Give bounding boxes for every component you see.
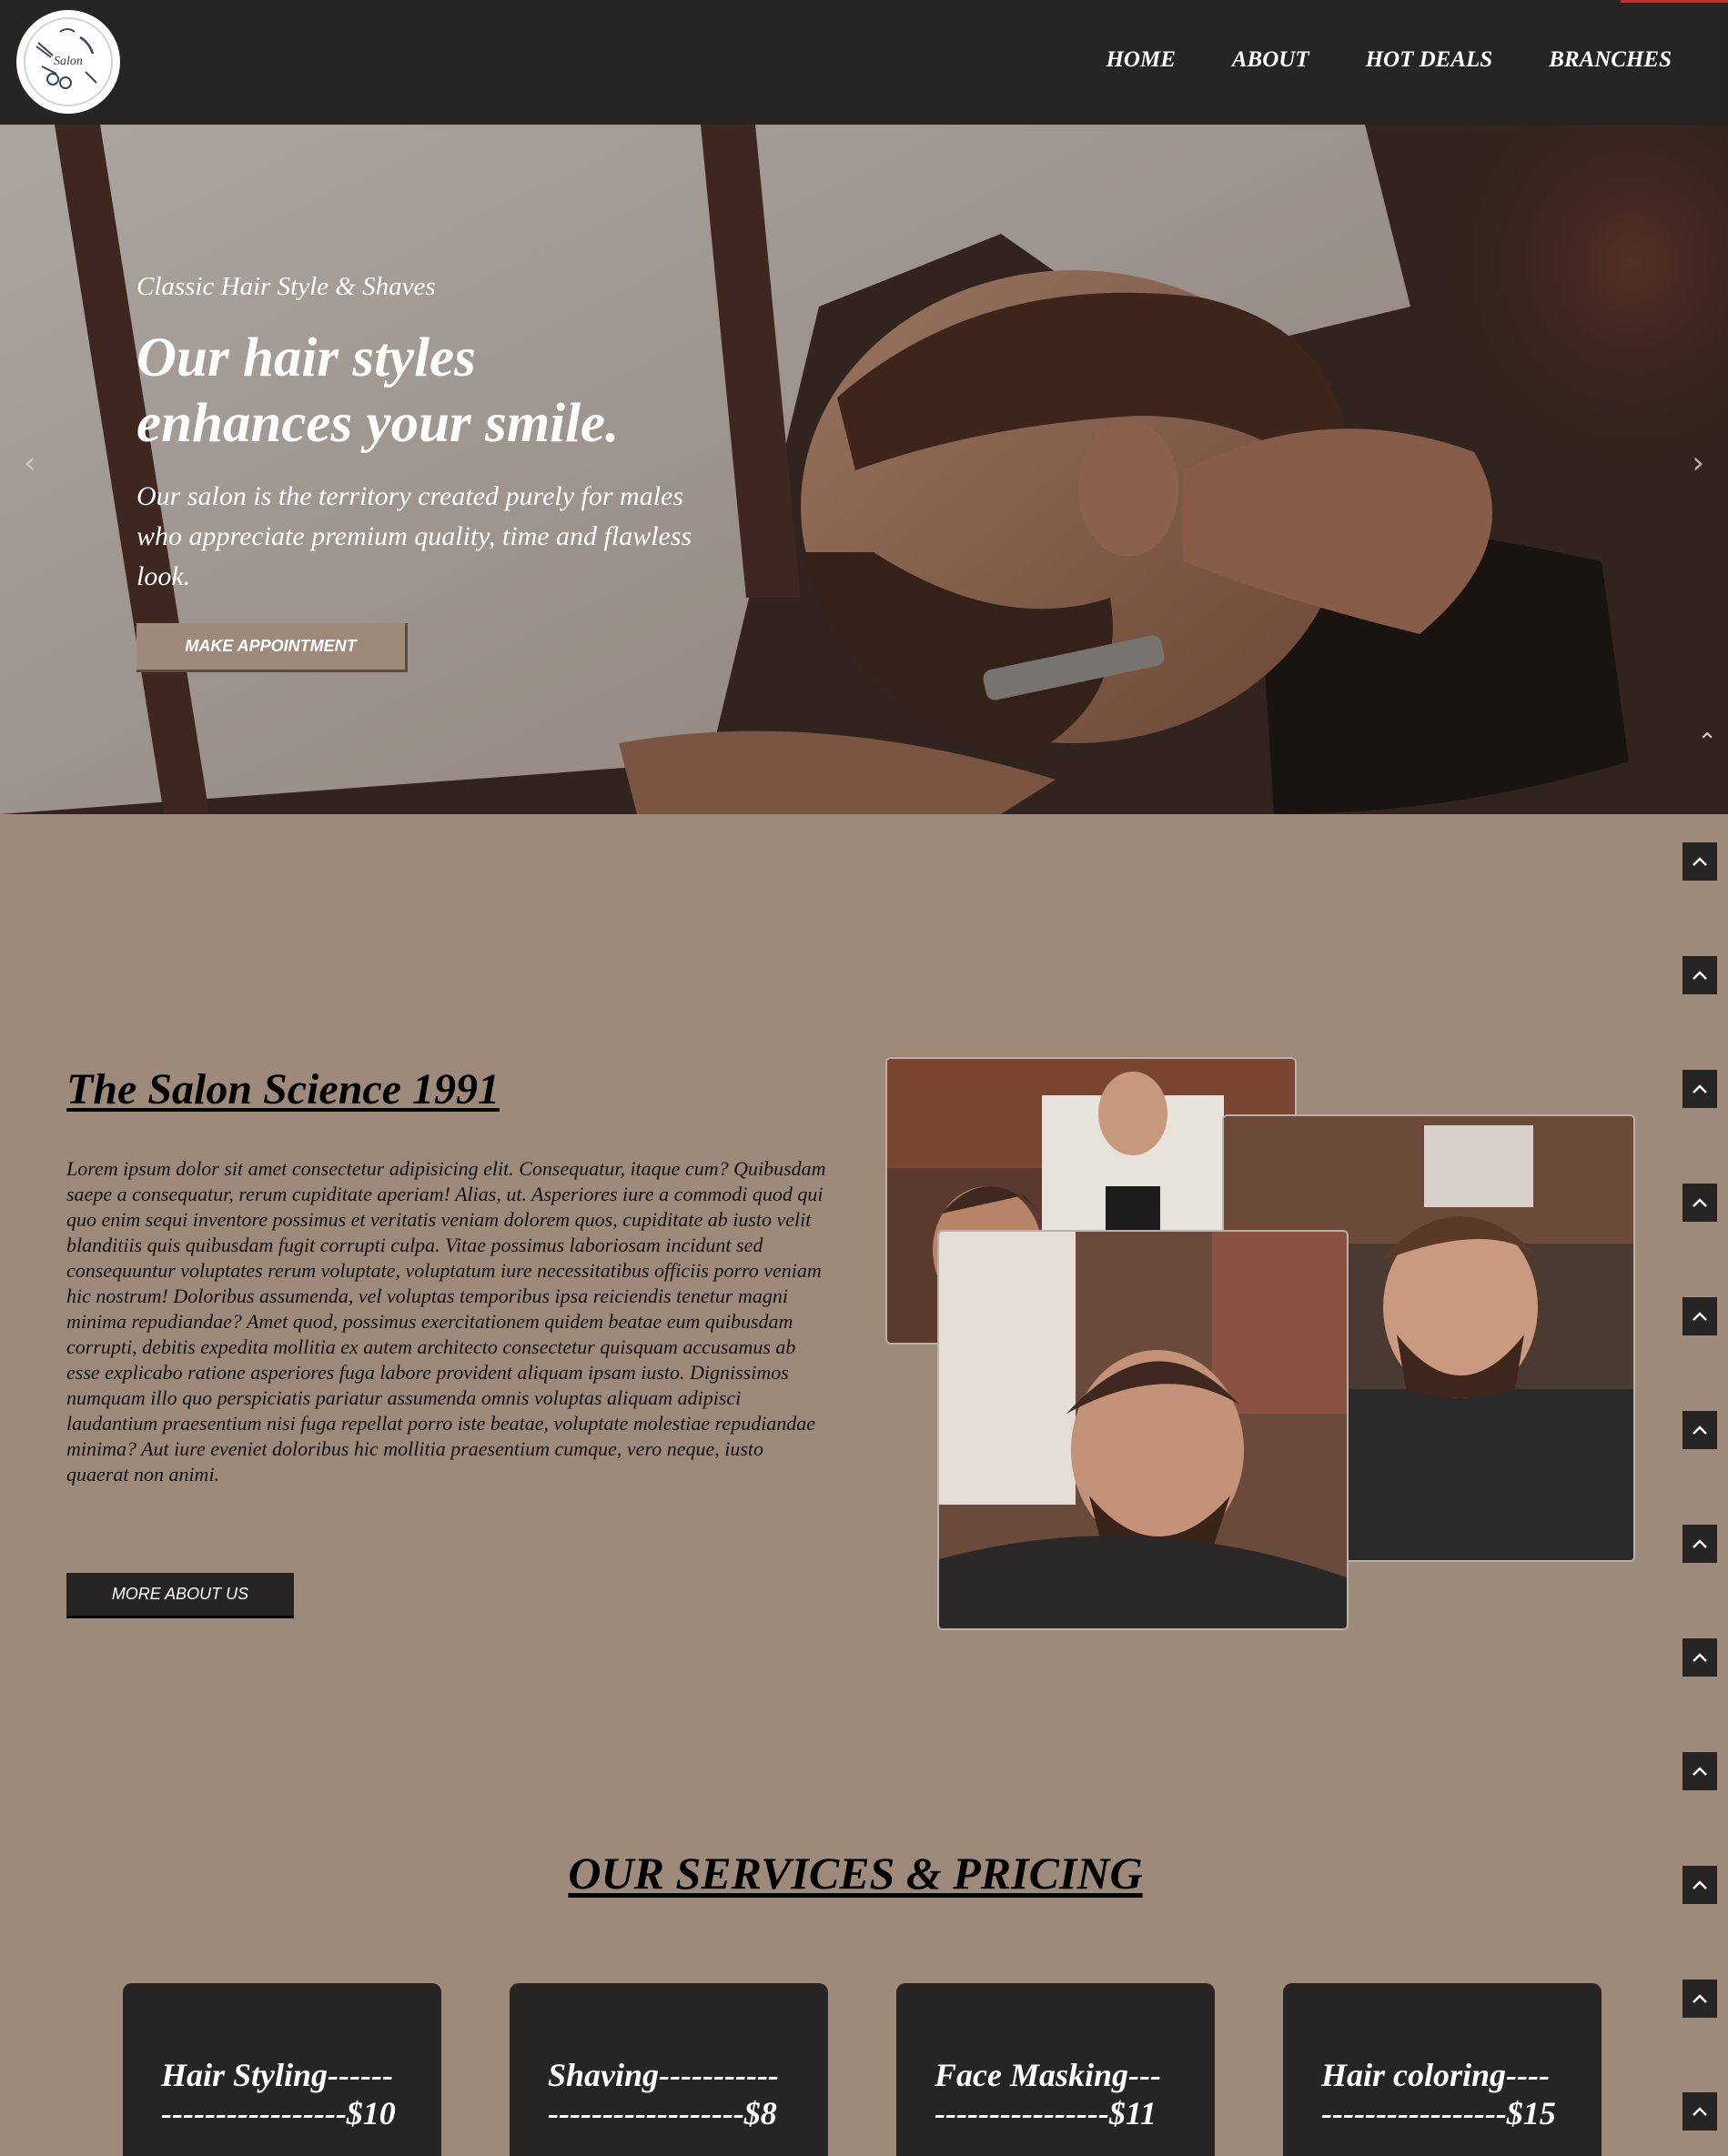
chevron-up-icon <box>1693 1880 1707 1889</box>
service-price: ------------------$8 <box>548 2095 777 2131</box>
accent-line <box>1621 0 1728 3</box>
salon-logo[interactable]: Salon <box>16 10 120 114</box>
chevron-up-icon <box>1693 1653 1707 1662</box>
service-name: Shaving----------- <box>548 2057 779 2093</box>
scroll-top-button[interactable] <box>1683 1184 1717 1222</box>
scroll-top-button[interactable] <box>1683 1866 1717 1904</box>
service-price: -----------------$10 <box>161 2095 396 2131</box>
about-title: The Salon Science 1991 <box>66 1065 500 1113</box>
chevron-up-icon <box>1693 1767 1707 1776</box>
service-name: Hair coloring---- <box>1321 2057 1550 2093</box>
more-about-us-button[interactable]: MORE ABOUT US <box>66 1573 294 1618</box>
scroll-top-button[interactable] <box>1683 1411 1717 1449</box>
service-card-hair-coloring[interactable]: Hair coloring---- -----------------$15 <box>1283 1983 1602 2156</box>
barber-photo-3 <box>937 1230 1349 1630</box>
scroll-top-button[interactable] <box>1683 1070 1717 1108</box>
hero-title-line2: enhances your smile. <box>136 393 620 454</box>
chevron-up-icon <box>1693 1994 1707 2003</box>
nav-branches[interactable]: BRANCHES <box>1549 47 1672 73</box>
make-appointment-button[interactable]: MAKE APPOINTMENT <box>136 623 408 672</box>
chevron-up-icon[interactable]: ⌃ <box>1697 729 1717 756</box>
service-name: Hair Styling------ <box>161 2057 393 2093</box>
logo-emblem: Salon <box>24 17 113 106</box>
chevron-up-icon <box>1693 1539 1707 1548</box>
scroll-top-button[interactable] <box>1683 956 1717 994</box>
hero-content: Classic Hair Style & Shaves Our hair sty… <box>136 272 701 597</box>
scroll-top-button[interactable] <box>1683 1525 1717 1563</box>
nav-about[interactable]: ABOUT <box>1232 47 1309 73</box>
chevron-up-icon <box>1693 971 1707 980</box>
navbar: Salon HOME ABOUT HOT DEALS BRANCHES <box>0 0 1728 125</box>
hero-title: Our hair styles enhances your smile. <box>136 326 701 457</box>
scroll-top-button[interactable] <box>1683 842 1717 881</box>
chevron-left-icon[interactable]: ‹ <box>24 445 36 481</box>
service-card-face-masking[interactable]: Face Masking--- ----------------$11 <box>896 1983 1215 2156</box>
service-price: -----------------$15 <box>1321 2095 1556 2131</box>
chevron-up-icon <box>1693 1426 1707 1435</box>
scroll-top-button[interactable] <box>1683 1752 1717 1790</box>
barber-tools-icon <box>35 28 97 89</box>
nav-home[interactable]: HOME <box>1106 47 1175 73</box>
chevron-up-icon <box>1693 1312 1707 1321</box>
chevron-up-icon <box>1693 1084 1707 1093</box>
hero-text: Our salon is the territory created purel… <box>136 481 692 591</box>
chevron-up-icon <box>1693 2107 1707 2116</box>
scroll-top-button[interactable] <box>1683 1297 1717 1335</box>
scroll-top-button[interactable] <box>1683 1980 1717 2018</box>
hero-subtitle: Classic Hair Style & Shaves <box>136 272 436 301</box>
chevron-up-icon <box>1693 1198 1707 1207</box>
about-text: Lorem ipsum dolor sit amet consectetur a… <box>66 1157 826 1486</box>
chevron-up-icon <box>1693 857 1707 866</box>
service-card-shaving[interactable]: Shaving----------- ------------------$8 <box>510 1983 828 2156</box>
scroll-top-button[interactable] <box>1683 2092 1717 2131</box>
service-card-hair-styling[interactable]: Hair Styling------ -----------------$10 <box>123 1983 441 2156</box>
service-price: ----------------$11 <box>935 2095 1157 2131</box>
services-title: OUR SERVICES & PRICING <box>568 1848 1143 1899</box>
hero-title-line1: Our hair styles <box>136 327 476 388</box>
scroll-top-button[interactable] <box>1683 1638 1717 1677</box>
nav-hot-deals[interactable]: HOT DEALS <box>1366 47 1493 73</box>
main-nav: HOME ABOUT HOT DEALS BRANCHES <box>1106 47 1672 73</box>
hero-carousel: Classic Hair Style & Shaves Our hair sty… <box>0 125 1728 814</box>
chevron-right-icon[interactable]: › <box>1692 445 1704 481</box>
service-name: Face Masking--- <box>935 2057 1161 2093</box>
